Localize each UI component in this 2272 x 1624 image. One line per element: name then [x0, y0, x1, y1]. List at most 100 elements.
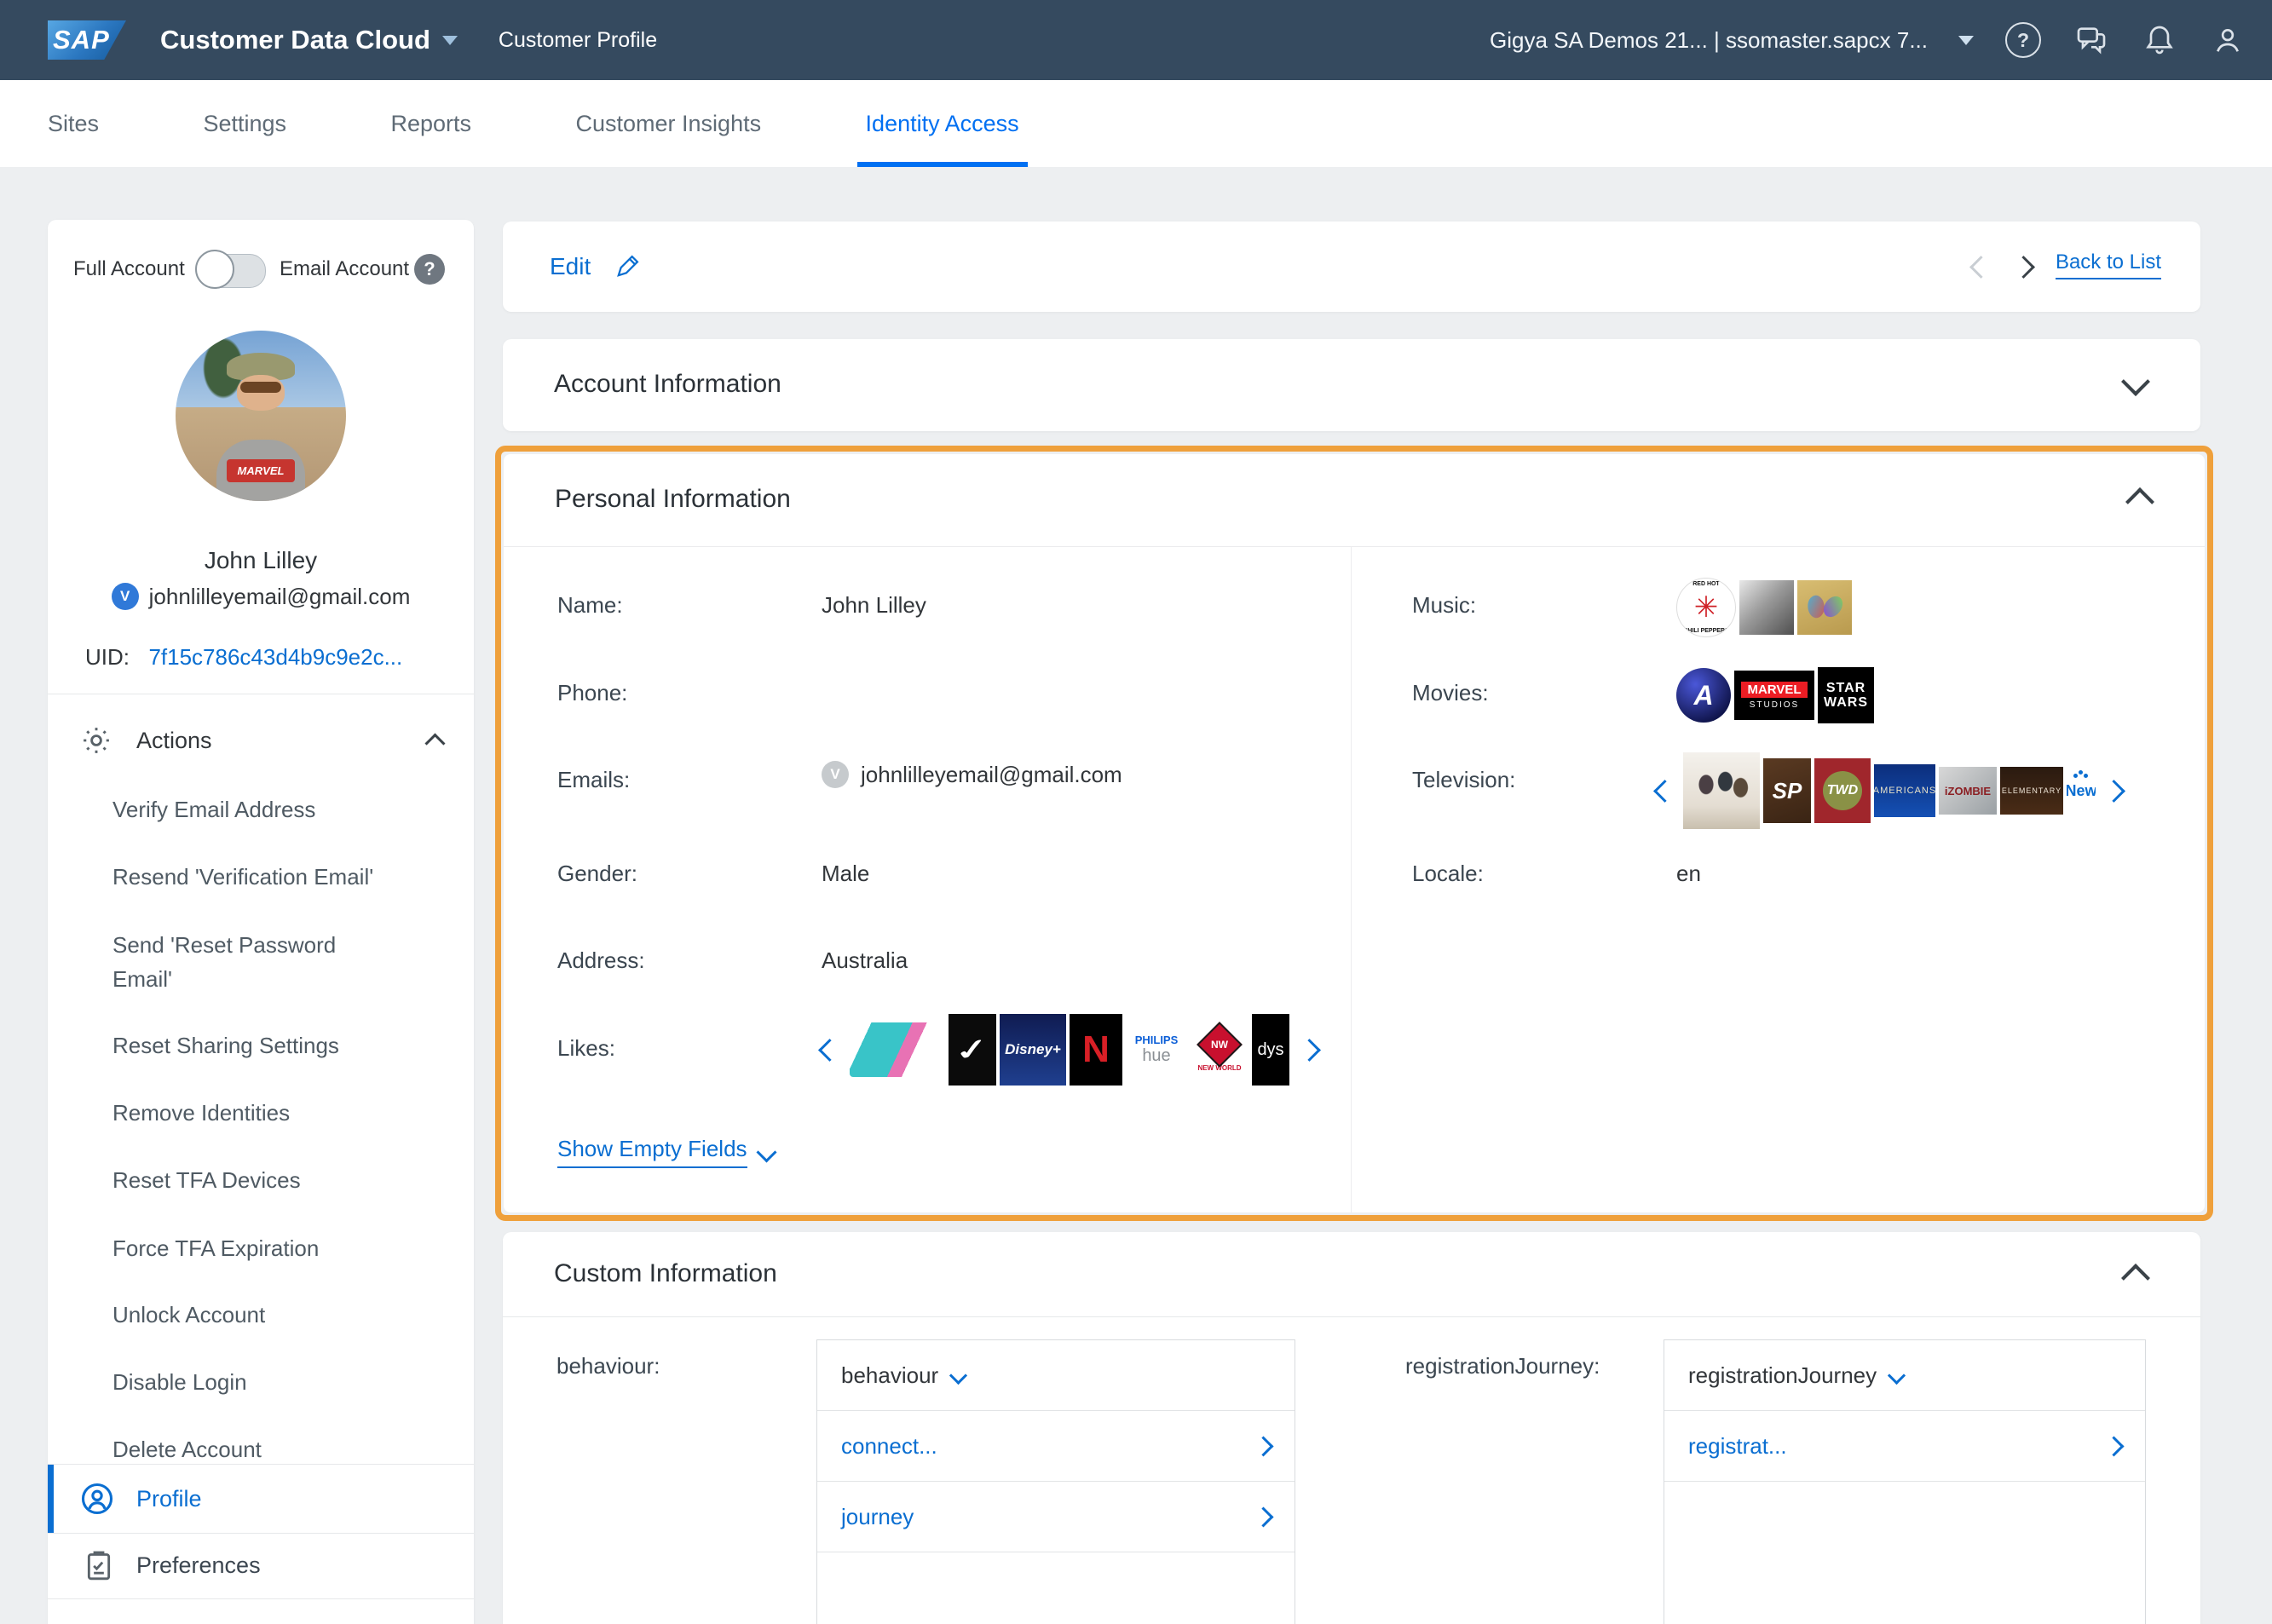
account-type-toggle[interactable] [198, 254, 266, 288]
action-reset-sharing[interactable]: Reset Sharing Settings [112, 1028, 402, 1063]
nike-swoosh-icon: ✓ [953, 1032, 993, 1068]
edit-button[interactable]: Edit [550, 222, 642, 312]
custom-header-divider [503, 1316, 2200, 1317]
television-next-icon[interactable] [2102, 780, 2125, 803]
actions-title: Actions [136, 728, 212, 754]
profile-sidebar: Full Account Email Account ? MARVEL John… [48, 220, 474, 1624]
sap-logo[interactable]: SAP [48, 20, 126, 60]
likes-carousel: ✓ Disney+ N PHILIPS hue NW NEW WORLD dys [822, 1011, 1318, 1088]
back-to-list-link[interactable]: Back to List [2056, 251, 2161, 279]
sidebar-item-profile-label: Profile [136, 1486, 202, 1512]
movies-item-avengers: A [1676, 668, 1731, 723]
avatar-sunglasses [240, 382, 281, 393]
movies-item-star-wars: STAR WARS [1818, 667, 1874, 723]
behaviour-journey-label: journey [841, 1504, 914, 1530]
app-title[interactable]: Customer Data Cloud [160, 25, 430, 55]
actions-collapse-icon[interactable] [424, 733, 445, 753]
active-item-indicator [48, 1465, 54, 1533]
avatar: MARVEL [176, 331, 346, 501]
feedback-chat-icon[interactable] [2073, 21, 2110, 59]
new-world-diamond-logo: NW [1197, 1022, 1243, 1068]
registration-chevron-icon [2103, 1436, 2124, 1456]
action-delete-account[interactable]: Delete Account [112, 1432, 402, 1466]
uid-label: UID: [85, 644, 130, 670]
television-prev-icon[interactable] [1653, 780, 1676, 803]
notifications-bell-icon[interactable] [2141, 21, 2178, 59]
account-selector-dropdown-icon[interactable] [1958, 36, 1974, 45]
top-bar: SAP Customer Data Cloud Customer Profile… [0, 0, 2272, 80]
registration-journey-dropdown[interactable]: registrationJourney [1664, 1340, 2145, 1411]
behaviour-dropdown[interactable]: behaviour [817, 1340, 1295, 1411]
page-title: Customer Profile [499, 28, 657, 53]
television-item-sitcom-cast-photo [1683, 752, 1760, 829]
email-account-toggle-label: Email Account [280, 257, 409, 281]
tab-identity-access[interactable]: Identity Access [866, 80, 1019, 167]
name-value: John Lilley [822, 592, 926, 619]
behaviour-journey-link[interactable]: journey [817, 1482, 1295, 1552]
action-remove-identities[interactable]: Remove Identities [112, 1096, 402, 1130]
custom-information-collapse-icon[interactable] [2121, 1264, 2150, 1293]
television-label: Television: [1412, 767, 1515, 793]
phone-label: Phone: [557, 680, 627, 706]
locale-value: en [1676, 861, 1701, 887]
philips-wordmark: PHILIPS [1135, 1034, 1179, 1046]
action-unlock-account[interactable]: Unlock Account [112, 1298, 402, 1332]
studios-wordmark: STUDIOS [1750, 700, 1799, 710]
help-question-glyph: ? [2005, 22, 2041, 58]
toggle-help-icon[interactable]: ? [414, 254, 445, 285]
star-wars-line1: STAR [1826, 681, 1865, 695]
action-resend-verification[interactable]: Resend 'Verification Email' [112, 860, 402, 894]
email-verified-badge-icon: V [822, 761, 849, 788]
likes-next-icon[interactable] [1298, 1039, 1321, 1062]
emails-label: Emails: [557, 767, 630, 793]
action-send-reset-password[interactable]: Send 'Reset Password Email' [112, 928, 394, 996]
music-thumbnails: RED HOT ✳ CHILI PEPPERS [1676, 578, 1852, 637]
tab-sites[interactable]: Sites [48, 80, 99, 167]
tab-settings[interactable]: Settings [203, 80, 286, 167]
gender-label: Gender: [557, 861, 637, 887]
next-record-icon[interactable] [2012, 256, 2035, 279]
sidebar-item-preferences[interactable]: Preferences [48, 1532, 474, 1599]
behaviour-connect-link[interactable]: connect... [817, 1411, 1295, 1482]
app-title-dropdown-icon[interactable] [442, 36, 458, 45]
action-force-tfa[interactable]: Force TFA Expiration [112, 1231, 402, 1265]
account-information-expand-icon[interactable] [2121, 367, 2150, 396]
account-selector[interactable]: Gigya SA Demos 21... | ssomaster.sapcx 7… [1490, 27, 1928, 54]
tab-identity-access-label: Identity Access [866, 111, 1019, 136]
registration-journey-dropdown-label: registrationJourney [1688, 1362, 1877, 1389]
user-profile-icon[interactable] [2209, 21, 2246, 59]
emails-value: johnlilleyemail@gmail.com [861, 762, 1122, 788]
sidebar-item-privacy[interactable]: Privacy [48, 1599, 474, 1624]
locale-label: Locale: [1412, 861, 1484, 887]
preferences-clipboard-icon [82, 1548, 116, 1582]
personal-information-collapse-icon[interactable] [2125, 487, 2154, 516]
uid-row: UID: 7f15c786c43d4b9c9e2c... [85, 644, 402, 671]
user-email: johnlilleyemail@gmail.com [149, 584, 411, 610]
tab-customer-insights[interactable]: Customer Insights [576, 80, 762, 167]
uid-value-link[interactable]: 7f15c786c43d4b9c9e2c... [148, 644, 402, 670]
action-verify-email[interactable]: Verify Email Address [112, 792, 402, 826]
likes-prev-icon[interactable] [818, 1039, 841, 1062]
toggle-knob[interactable] [195, 250, 234, 289]
likes-item-philips-hue: PHILIPS hue [1126, 1022, 1187, 1077]
show-empty-fields-link[interactable]: Show Empty Fields [557, 1136, 774, 1168]
verified-badge-icon: V [112, 583, 139, 610]
registration-link[interactable]: registrat... [1664, 1411, 2145, 1482]
edit-label: Edit [550, 253, 591, 280]
tab-reports[interactable]: Reports [391, 80, 472, 167]
personal-information-title: Personal Information [555, 485, 791, 514]
help-icon[interactable]: ? [2004, 21, 2042, 59]
gear-icon [80, 724, 112, 757]
custom-information-card: Custom Information behaviour: behaviour … [503, 1232, 2200, 1624]
television-item-izombie: iZOMBIE [1939, 767, 1997, 815]
registration-journey-label: registrationJourney: [1405, 1353, 1600, 1379]
music-item-butterfly-art [1797, 580, 1852, 635]
edit-pencil-icon [613, 252, 642, 281]
avatar-shirt-text: MARVEL [227, 459, 295, 482]
action-disable-login[interactable]: Disable Login [112, 1365, 402, 1399]
personal-information-highlight: Personal Information Name: John Lilley P… [495, 446, 2213, 1221]
previous-record-icon[interactable] [1969, 256, 1992, 279]
sidebar-item-profile[interactable]: Profile [48, 1464, 474, 1534]
toolbar-card: Edit Back to List [503, 222, 2200, 312]
action-reset-tfa[interactable]: Reset TFA Devices [112, 1163, 402, 1197]
